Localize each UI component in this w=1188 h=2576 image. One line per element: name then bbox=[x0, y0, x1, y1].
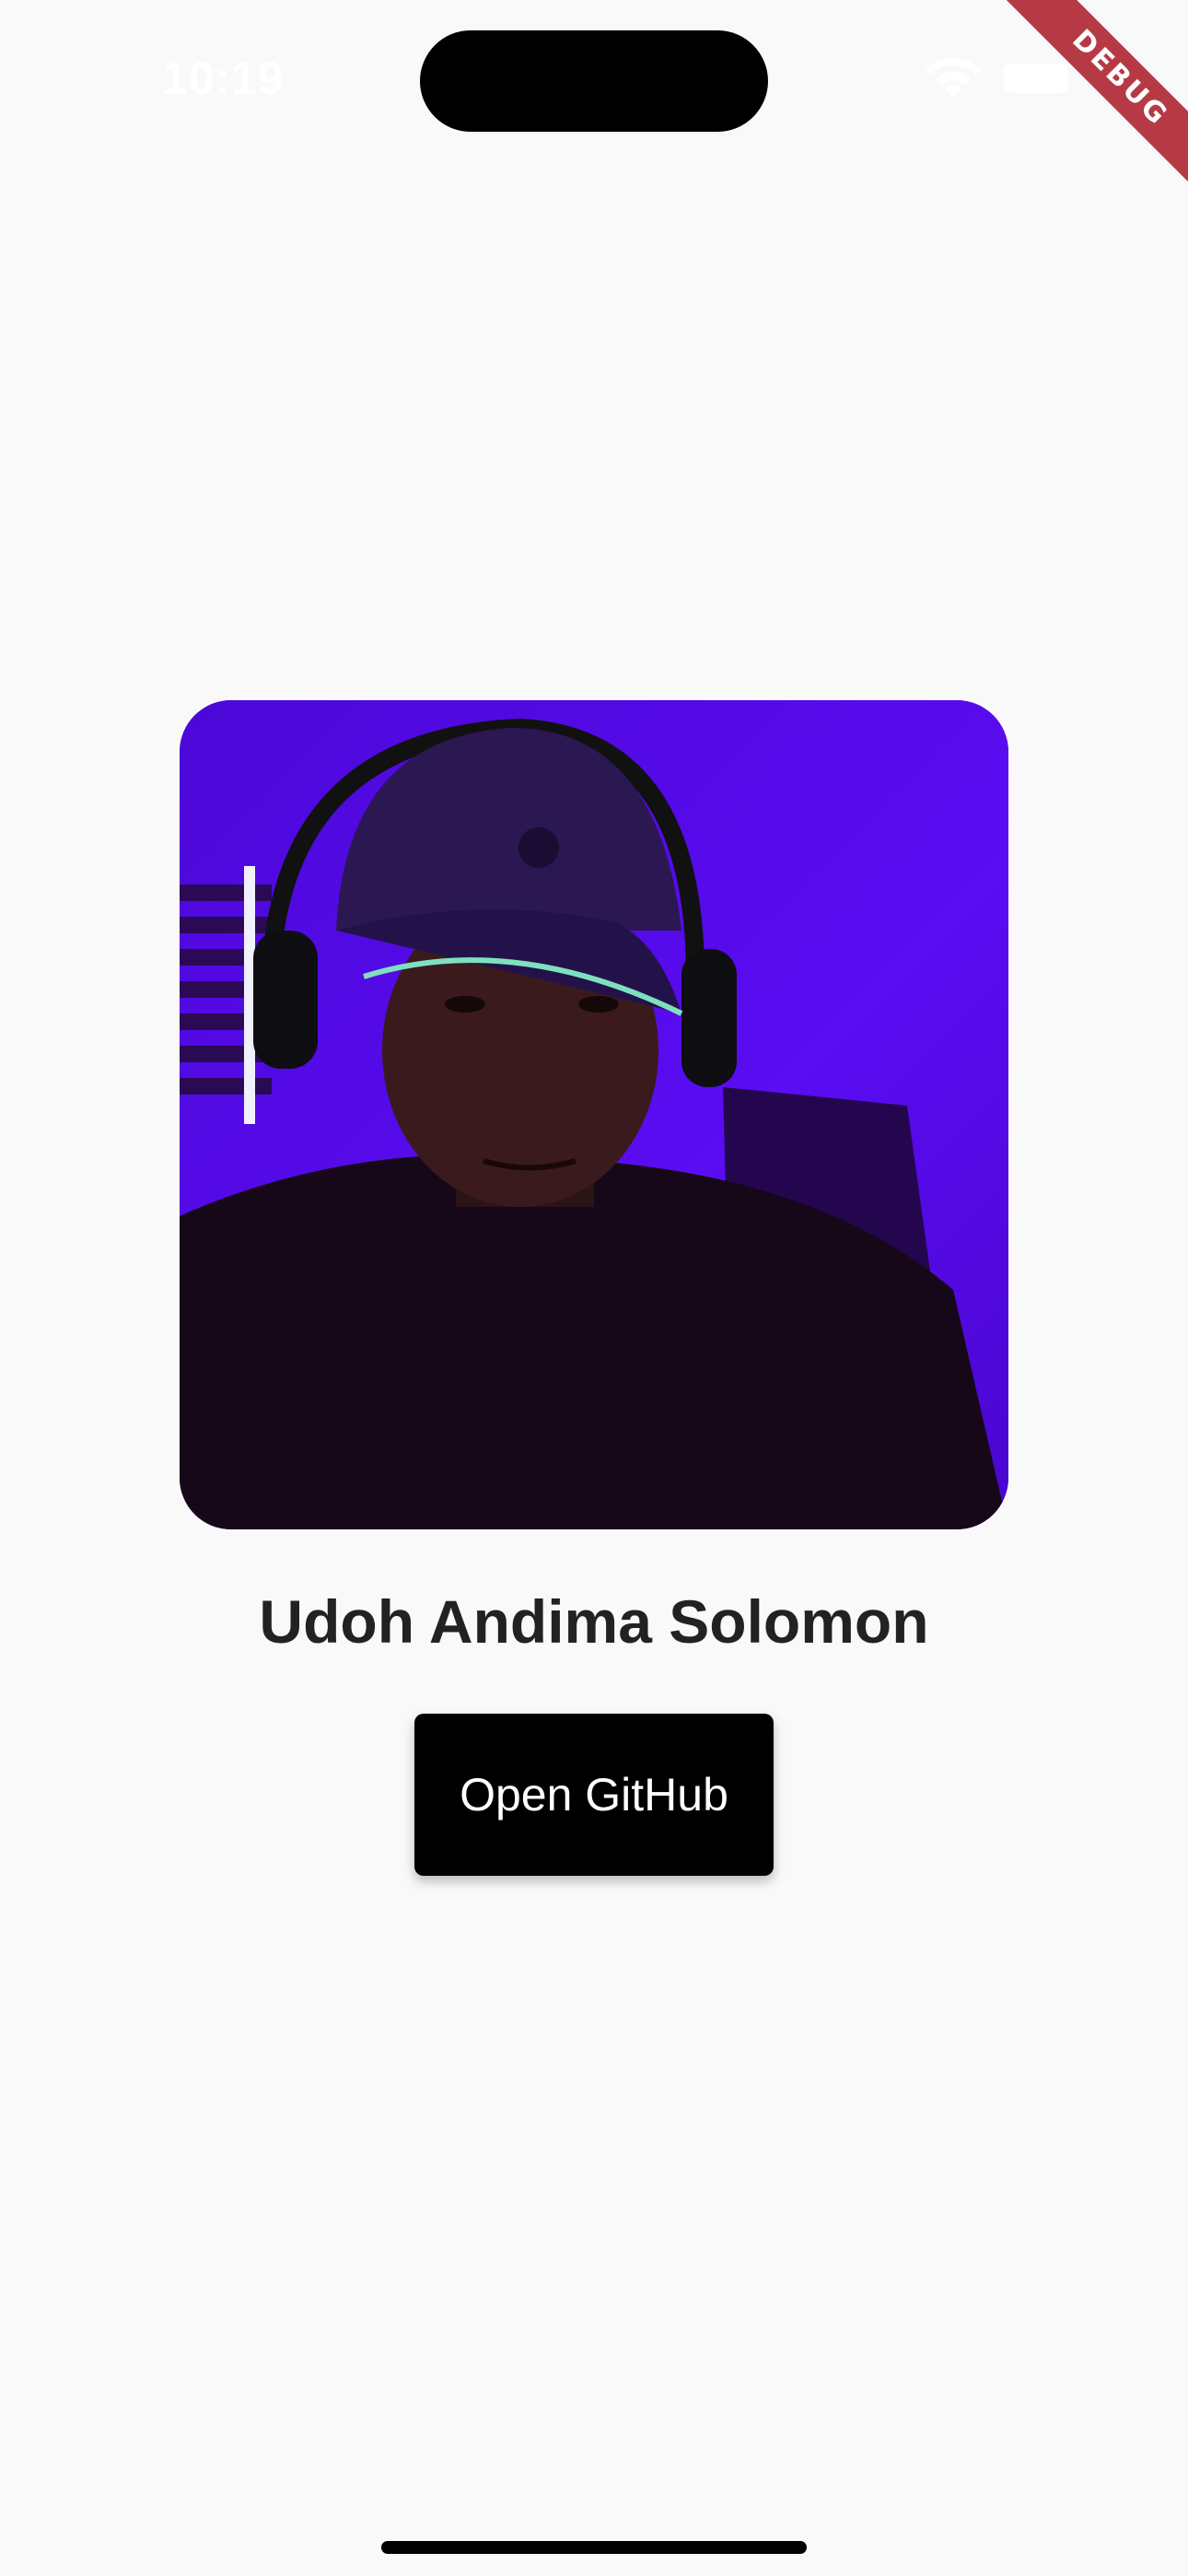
dynamic-island bbox=[420, 30, 768, 132]
profile-photo-illustration bbox=[180, 700, 1008, 1529]
profile-name: Udoh Andima Solomon bbox=[259, 1587, 929, 1656]
open-github-button[interactable]: Open GitHub bbox=[414, 1714, 774, 1876]
profile-photo bbox=[180, 700, 1008, 1529]
debug-label: DEBUG bbox=[1004, 0, 1188, 194]
home-indicator[interactable] bbox=[381, 2541, 807, 2554]
debug-banner: DEBUG bbox=[967, 0, 1188, 221]
status-time: 10:19 bbox=[162, 53, 285, 104]
